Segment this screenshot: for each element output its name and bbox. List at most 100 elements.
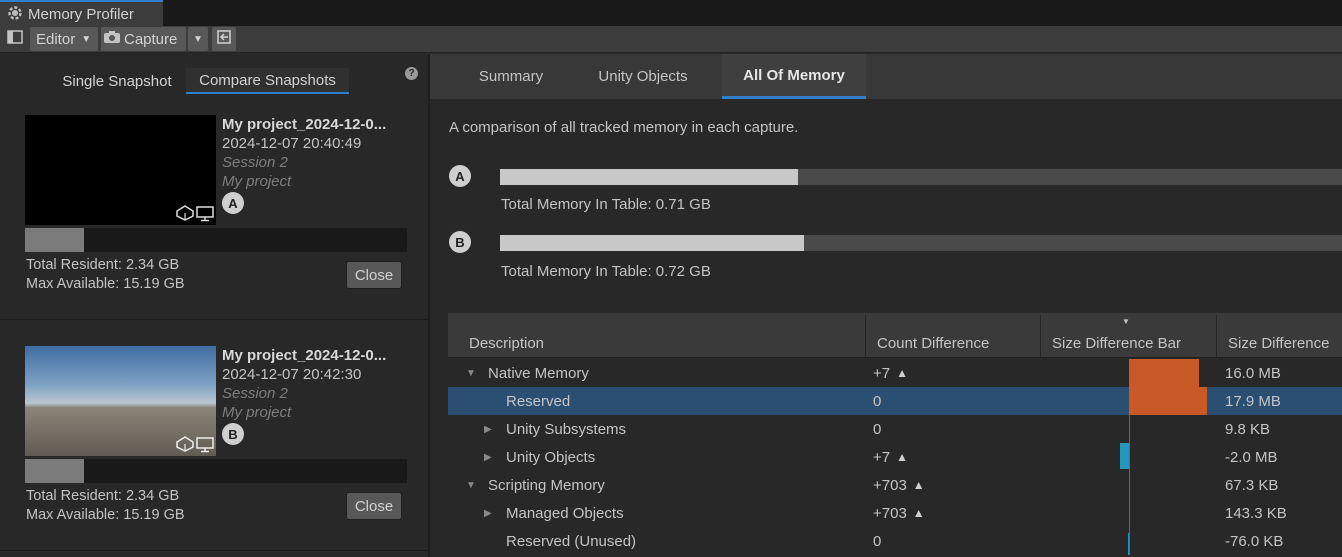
size-difference-bar bbox=[1129, 359, 1200, 387]
view-tabs: Summary Unity Objects All Of Memory bbox=[430, 54, 1342, 99]
snapshot-divider bbox=[0, 319, 428, 320]
import-button[interactable] bbox=[212, 27, 236, 51]
row-size-difference: 9.8 KB bbox=[1225, 420, 1271, 438]
snapshot-b-badge: B bbox=[222, 423, 244, 445]
increase-triangle-icon: ▲ bbox=[912, 506, 925, 520]
row-count-difference: +703 ▲ bbox=[873, 476, 925, 494]
comparison-b-total: Total Memory In Table: 0.72 GB bbox=[501, 263, 711, 280]
row-count-difference: +7 ▲ bbox=[873, 448, 908, 466]
bar-zero-line bbox=[1129, 471, 1130, 499]
column-header-count-difference[interactable]: Count Difference bbox=[877, 313, 989, 358]
table-row[interactable]: Reserved 0 17.9 MB bbox=[448, 387, 1342, 415]
comparison-a-badge: A bbox=[449, 165, 471, 187]
snapshot-a-total-resident: Total Resident: 2.34 GB bbox=[26, 257, 180, 273]
window-tab[interactable]: Memory Profiler bbox=[0, 0, 163, 26]
snapshot-a-thumbnail[interactable] bbox=[25, 115, 216, 225]
snapshot-divider bbox=[0, 550, 428, 551]
window-tab-bar bbox=[0, 0, 1342, 26]
tab-all-of-memory[interactable]: All Of Memory bbox=[722, 54, 866, 99]
column-separator[interactable] bbox=[1040, 315, 1041, 358]
camera-icon bbox=[103, 30, 121, 48]
collapse-arrow-icon[interactable]: ▶ bbox=[484, 499, 492, 527]
help-icon[interactable]: ? bbox=[405, 67, 418, 80]
table-row[interactable]: ▼ Scripting Memory +703 ▲ 67.3 KB bbox=[448, 471, 1342, 499]
table-row[interactable]: ▶ Managed Objects +703 ▲ 143.3 KB bbox=[448, 499, 1342, 527]
comparison-b-badge: B bbox=[449, 231, 471, 253]
chevron-down-icon: ▼ bbox=[81, 33, 92, 45]
profiler-gear-icon bbox=[6, 4, 24, 25]
comparison-a-bar bbox=[500, 169, 1342, 185]
column-header-size-difference[interactable]: Size Difference bbox=[1228, 313, 1329, 358]
expand-arrow-icon[interactable]: ▼ bbox=[466, 359, 476, 387]
size-difference-bar bbox=[1119, 443, 1129, 469]
snapshot-b-total-resident: Total Resident: 2.34 GB bbox=[26, 488, 180, 504]
chevron-down-icon: ▼ bbox=[193, 33, 203, 45]
snapshot-a-name: My project_2024-12-0... bbox=[222, 116, 387, 133]
unity-logo-icon bbox=[176, 205, 194, 224]
row-description: Reserved bbox=[506, 392, 571, 410]
snapshot-a-project: My project bbox=[222, 173, 292, 190]
snapshot-b-close-button[interactable]: Close bbox=[346, 492, 402, 520]
column-separator[interactable] bbox=[865, 315, 866, 358]
table-row[interactable]: ▶ Unity Subsystems 0 9.8 KB bbox=[448, 415, 1342, 443]
table-header: Description Count Difference Size Differ… bbox=[448, 313, 1342, 358]
capture-button[interactable]: Capture bbox=[101, 27, 186, 51]
target-dropdown[interactable]: Editor ▼ bbox=[30, 27, 98, 51]
comparison-b-fill bbox=[500, 235, 804, 251]
editor-platform-icon bbox=[196, 437, 214, 456]
row-description: Scripting Memory bbox=[488, 476, 605, 494]
snapshot-b-datetime: 2024-12-07 20:42:30 bbox=[222, 366, 362, 383]
target-label: Editor bbox=[36, 30, 76, 48]
sidebar-toggle-button[interactable] bbox=[2, 27, 28, 51]
tab-summary[interactable]: Summary bbox=[462, 54, 560, 99]
row-description: Managed Objects bbox=[506, 504, 624, 522]
table-row[interactable]: ▶ Unity Objects +7 ▲ -2.0 MB bbox=[448, 443, 1342, 471]
bar-zero-line bbox=[1129, 499, 1130, 527]
column-separator[interactable] bbox=[1216, 315, 1217, 358]
sidebar-icon bbox=[7, 30, 23, 48]
table-row[interactable]: Reserved (Unused) 0 -76.0 KB bbox=[448, 527, 1342, 555]
snapshot-a-badge: A bbox=[222, 192, 244, 214]
column-header-description[interactable]: Description bbox=[469, 313, 544, 358]
capture-options-dropdown[interactable]: ▼ bbox=[188, 27, 208, 51]
row-size-difference: 16.0 MB bbox=[1225, 364, 1281, 382]
increase-triangle-icon: ▲ bbox=[896, 450, 908, 464]
snapshot-b-thumbnail[interactable] bbox=[25, 346, 216, 456]
collapse-arrow-icon[interactable]: ▶ bbox=[484, 443, 492, 471]
column-header-size-difference-bar[interactable]: Size Difference Bar bbox=[1052, 313, 1181, 358]
toolbar: Editor ▼ Capture ▼ bbox=[0, 26, 1342, 53]
row-size-difference: -76.0 KB bbox=[1225, 532, 1284, 550]
size-difference-bar bbox=[1129, 387, 1207, 415]
comparison-b-bar bbox=[500, 235, 1342, 251]
sort-descending-icon: ▼ bbox=[1122, 317, 1130, 326]
row-count-difference: +703 ▲ bbox=[873, 504, 925, 522]
row-description: Native Memory bbox=[488, 364, 589, 382]
window-title: Memory Profiler bbox=[28, 5, 134, 23]
row-size-difference: 17.9 MB bbox=[1225, 392, 1281, 410]
increase-triangle-icon: ▲ bbox=[896, 366, 908, 380]
snapshot-b-name: My project_2024-12-0... bbox=[222, 347, 387, 364]
tab-unity-objects[interactable]: Unity Objects bbox=[580, 54, 706, 99]
row-description: Unity Objects bbox=[506, 448, 596, 466]
comparison-a-total: Total Memory In Table: 0.71 GB bbox=[501, 196, 711, 213]
row-count-difference: 0 bbox=[873, 420, 882, 438]
view-description: A comparison of all tracked memory in ea… bbox=[449, 119, 799, 136]
row-size-difference: -2.0 MB bbox=[1225, 448, 1278, 466]
tab-single-snapshot[interactable]: Single Snapshot bbox=[50, 68, 184, 94]
tab-compare-snapshots[interactable]: Compare Snapshots bbox=[186, 68, 349, 94]
capture-label: Capture bbox=[124, 30, 178, 48]
bar-zero-line bbox=[1129, 359, 1130, 387]
snapshot-a-memory-fill bbox=[25, 228, 85, 252]
comparison-a-fill bbox=[500, 169, 799, 185]
row-description: Reserved (Unused) bbox=[506, 532, 637, 550]
snapshot-a-session: Session 2 bbox=[222, 154, 288, 171]
snapshot-b-project: My project bbox=[222, 404, 292, 421]
snapshot-a-close-button[interactable]: Close bbox=[346, 261, 402, 289]
bar-zero-line bbox=[1129, 415, 1130, 443]
collapse-arrow-icon[interactable]: ▶ bbox=[484, 415, 492, 443]
expand-arrow-icon[interactable]: ▼ bbox=[466, 471, 476, 499]
snapshot-b-memory-fill bbox=[25, 459, 85, 483]
table-row[interactable]: ▼ Native Memory +7 ▲ 16.0 MB bbox=[448, 359, 1342, 387]
snapshot-b-session: Session 2 bbox=[222, 385, 288, 402]
row-count-difference: +7 ▲ bbox=[873, 364, 908, 382]
